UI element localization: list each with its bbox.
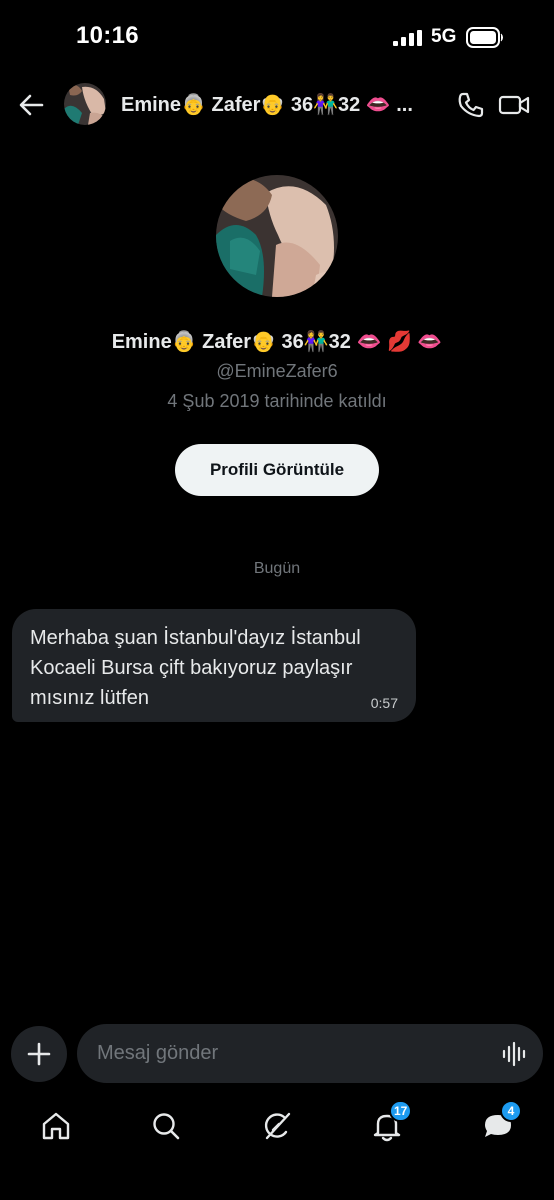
profile-photo-icon <box>216 175 338 297</box>
header-name[interactable]: Emine👵 Zafer👴 36👫32 👄 ... <box>121 92 433 117</box>
back-arrow-icon[interactable] <box>16 90 46 120</box>
status-time: 10:16 <box>76 22 139 49</box>
nav-notifications[interactable]: 17 <box>369 1100 413 1144</box>
phone-icon[interactable] <box>456 90 486 120</box>
day-separator: Bugün <box>253 560 301 577</box>
signal-icon <box>393 30 422 46</box>
home-indicator <box>0 1186 554 1200</box>
search-icon <box>153 1113 180 1140</box>
video-icon[interactable] <box>498 90 530 120</box>
avatar-photo-icon <box>64 83 106 125</box>
bottom-navigation: 17 4 <box>0 1098 554 1158</box>
nav-messages[interactable]: 4 <box>480 1100 522 1144</box>
nav-grok[interactable] <box>259 1108 295 1144</box>
messages-badge: 4 <box>500 1100 522 1122</box>
home-icon <box>42 1112 70 1140</box>
header-avatar[interactable] <box>64 83 106 125</box>
nav-search[interactable] <box>148 1108 184 1144</box>
nav-home[interactable] <box>38 1108 74 1144</box>
view-profile-button[interactable]: Profili Görüntüle <box>175 444 379 496</box>
notifications-badge: 17 <box>389 1100 413 1122</box>
message-composer <box>77 1024 543 1083</box>
plus-icon <box>27 1042 51 1066</box>
message-bubble[interactable]: Merhaba şuan İstanbul'dayız İstanbul Koc… <box>12 609 416 722</box>
chat-header: Emine👵 Zafer👴 36👫32 👄 ... <box>0 76 554 134</box>
profile-joined-date: 4 Şub 2019 tarihinde katıldı <box>167 391 387 411</box>
grok-icon <box>264 1112 291 1140</box>
add-attachment-button[interactable] <box>11 1026 67 1082</box>
profile-display-name: Emine👵 Zafer👴 36👫32 👄 💋 👄 <box>111 331 443 353</box>
message-time: 0:57 <box>370 695 398 711</box>
profile-handle: @EmineZafer6 <box>216 361 338 381</box>
voice-message-icon[interactable] <box>502 1041 528 1067</box>
message-text: Merhaba şuan İstanbul'dayız İstanbul Koc… <box>30 627 361 709</box>
network-label: 5G <box>431 26 457 47</box>
profile-avatar[interactable] <box>216 175 338 297</box>
status-bar: 10:16 5G <box>0 0 554 76</box>
message-input[interactable] <box>97 1024 487 1083</box>
battery-icon <box>466 27 503 48</box>
